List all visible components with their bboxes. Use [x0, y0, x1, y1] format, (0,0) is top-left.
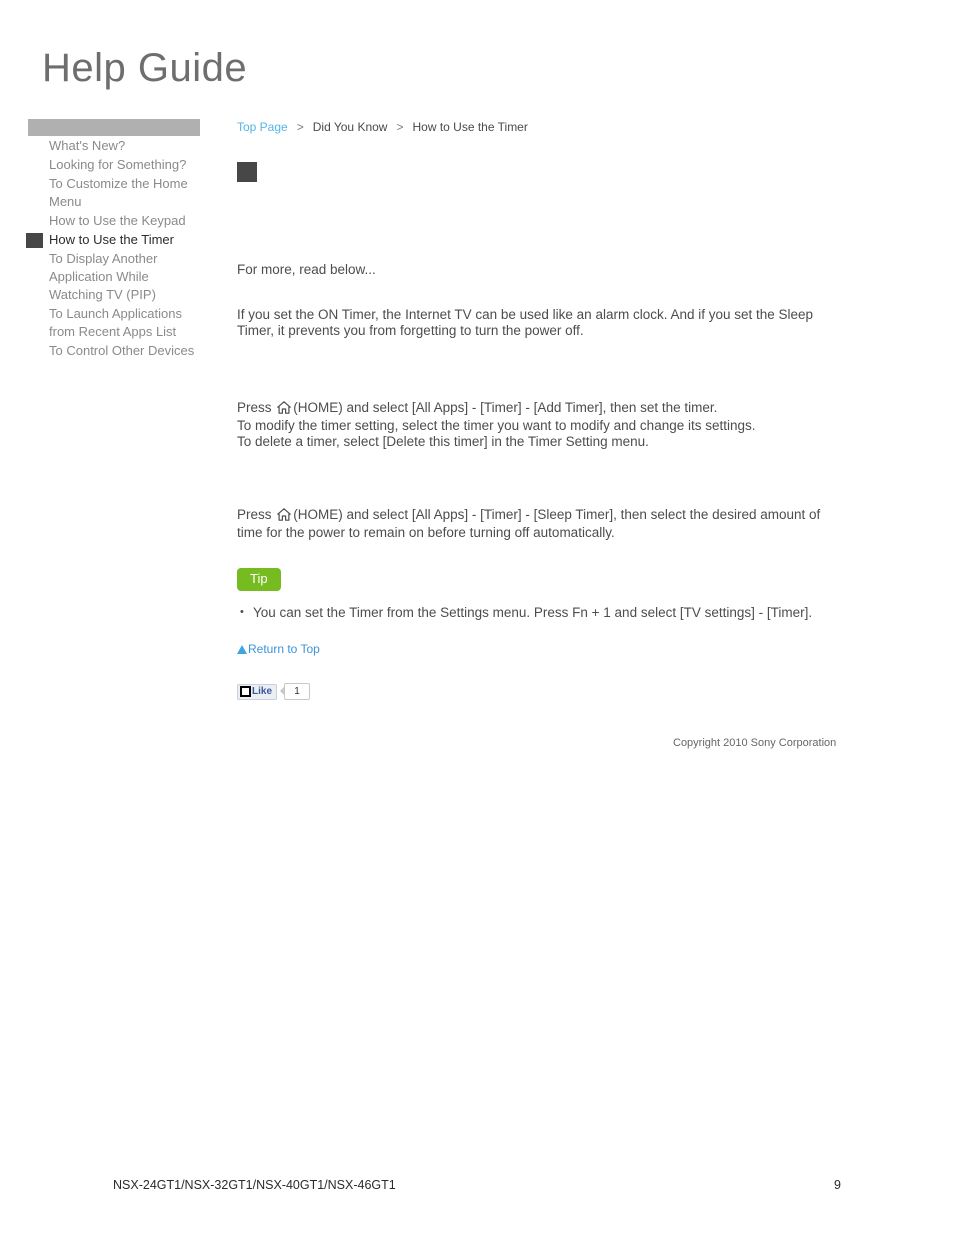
sidebar-item-looking-for-something[interactable]: Looking for Something? [28, 155, 200, 174]
on-timer-line1-after-icon: (HOME) and select [All Apps] - [Timer] -… [293, 400, 718, 415]
breadcrumb: Top Page > Did You Know > How to Use the Tim… [237, 119, 837, 135]
sidebar: What's New? Looking for Something? To Cu… [26, 119, 200, 360]
sleep-timer-instructions: Press (HOME) and select [All Apps] - [Ti… [237, 507, 837, 541]
sidebar-item-label: To Display Another Application While Wat… [49, 251, 158, 302]
sleep-timer-line1-after-icon: (HOME) and select [All Apps] - [Timer] -… [237, 507, 821, 540]
breadcrumb-current-page: How to Use the Timer [412, 120, 528, 134]
breadcrumb-separator: > [396, 120, 404, 134]
sleep-timer-line1-before-icon: Press [237, 507, 272, 522]
sidebar-item-label: What's New? [49, 138, 126, 153]
page-footer: NSX-24GT1/NSX-32GT1/NSX-40GT1/NSX-46GT1 … [113, 1177, 841, 1193]
on-timer-line1-before-icon: Press [237, 400, 272, 415]
copyright-text: Copyright 2010 Sony Corporation [673, 737, 837, 749]
triangle-up-icon [237, 645, 247, 654]
like-count-bubble: 1 [280, 683, 311, 700]
return-to-top-label: Return to Top [248, 642, 320, 656]
active-item-marker-icon [26, 233, 43, 248]
sidebar-header-bar [28, 119, 200, 136]
sidebar-item-label: How to Use the Keypad [49, 213, 186, 228]
sidebar-item-display-another-application-pip[interactable]: To Display Another Application While Wat… [28, 249, 200, 304]
sidebar-item-control-other-devices[interactable]: To Control Other Devices [28, 341, 200, 360]
sidebar-item-how-to-use-keypad[interactable]: How to Use the Keypad [28, 211, 200, 230]
sidebar-item-whats-new[interactable]: What's New? [28, 136, 200, 155]
on-timer-line2: To modify the timer setting, select the … [237, 418, 756, 433]
tip-list-item: You can set the Timer from the Settings … [237, 604, 837, 621]
facebook-like-widget: Like 1 [237, 683, 837, 700]
home-icon [277, 401, 292, 418]
thumbs-up-icon [240, 686, 251, 697]
breadcrumb-section[interactable]: Did You Know [313, 120, 388, 134]
footer-page-number: 9 [834, 1178, 841, 1192]
sidebar-item-launch-applications-recent-apps[interactable]: To Launch Applications from Recent Apps … [28, 304, 200, 341]
help-guide-logo: Help Guide [42, 46, 248, 90]
breadcrumb-link-top-page[interactable]: Top Page [237, 120, 288, 134]
sidebar-item-how-to-use-timer[interactable]: How to Use the Timer [26, 230, 200, 249]
sidebar-item-label: How to Use the Timer [49, 232, 174, 247]
sidebar-item-label: Looking for Something? [49, 157, 187, 172]
tip-badge: Tip [237, 568, 281, 591]
sidebar-item-customize-home-menu[interactable]: To Customize the Home Menu [28, 174, 200, 211]
on-timer-instructions: Press (HOME) and select [All Apps] - [Ti… [237, 400, 837, 450]
like-button-label: Like [252, 685, 273, 697]
footer-model-numbers: NSX-24GT1/NSX-32GT1/NSX-40GT1/NSX-46GT1 [113, 1178, 396, 1192]
tip-list: You can set the Timer from the Settings … [237, 604, 837, 621]
return-to-top-link[interactable]: Return to Top [237, 642, 320, 656]
main-content: Top Page > Did You Know > How to Use the Tim… [237, 119, 837, 700]
like-button[interactable]: Like [237, 683, 278, 700]
breadcrumb-separator: > [296, 120, 304, 134]
home-icon [277, 508, 292, 525]
sidebar-nav-list: What's New? Looking for Something? To Cu… [26, 136, 200, 360]
sidebar-item-label: To Control Other Devices [49, 343, 195, 358]
lead-text: For more, read below... [237, 262, 376, 277]
sidebar-item-label: To Launch Applications from Recent Apps … [49, 306, 182, 339]
on-timer-line3: To delete a timer, select [Delete this t… [237, 434, 649, 449]
sidebar-item-label: To Customize the Home Menu [49, 176, 188, 209]
page-title-image-placeholder [237, 162, 257, 182]
intro-paragraph: If you set the ON Timer, the Internet TV… [237, 307, 814, 338]
like-count-value: 1 [284, 683, 311, 700]
